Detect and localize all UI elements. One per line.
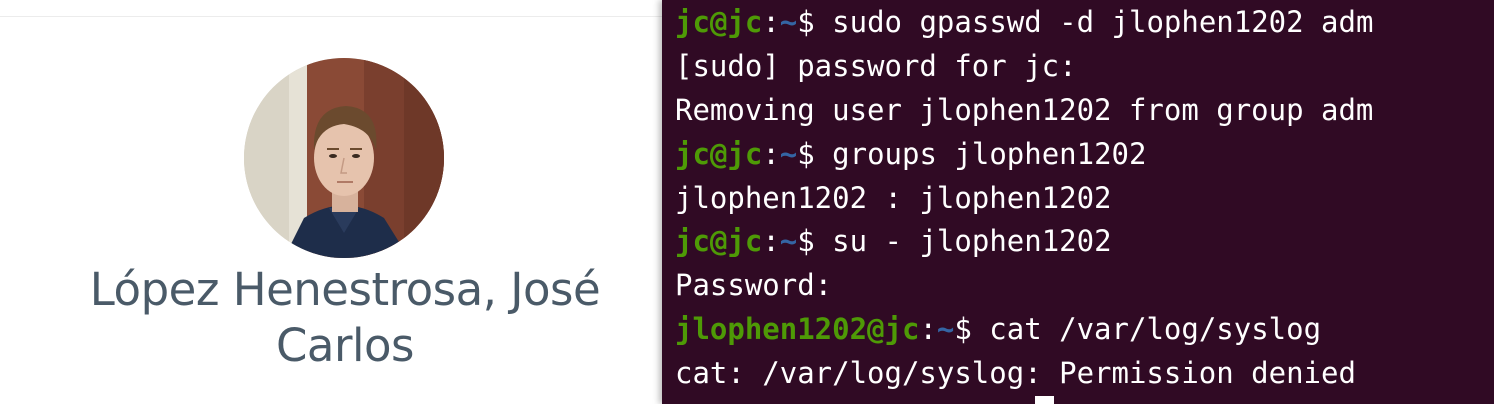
prompt-user: jc@jc xyxy=(675,136,763,171)
terminal-prompt-line: jlophen1202@jc:~$ cat /var/log/syslog xyxy=(675,307,1373,351)
prompt-user: jlophen1202@jc xyxy=(675,312,920,347)
profile-name-line2: Carlos xyxy=(276,319,414,372)
prompt-path: ~ xyxy=(779,5,798,39)
prompt-command: groups jlophen1202 xyxy=(814,136,1147,171)
terminal-output-line: jlophen1202 : jlophen1202 xyxy=(675,180,1112,215)
prompt-dollar: $ xyxy=(797,224,815,259)
prompt-dollar: $ xyxy=(797,136,815,171)
prompt-user: jc@jc xyxy=(675,224,763,259)
profile-card: López Henestrosa, José Carlos xyxy=(0,0,662,404)
prompt-command: sudo gpasswd -d jlophen1202 adm xyxy=(814,5,1374,39)
prompt-colon: : xyxy=(762,136,780,171)
terminal-window[interactable]: jc@jc:~$ sudo gpasswd -d jlophen1202 adm… xyxy=(662,0,1494,404)
prompt-path: ~ xyxy=(779,136,798,171)
terminal-prompt-line: jc@jc:~$ groups jlophen1202 xyxy=(675,132,1373,176)
profile-name: López Henestrosa, José Carlos xyxy=(0,262,690,374)
terminal-output-line: cat: /var/log/syslog: Permission denied xyxy=(675,356,1356,391)
prompt-dollar: $ xyxy=(797,5,815,39)
prompt-dollar: $ xyxy=(954,312,972,347)
terminal-output: jc@jc:~$ sudo gpasswd -d jlophen1202 adm… xyxy=(675,0,1373,395)
profile-name-line1: López Henestrosa, José xyxy=(89,263,601,316)
terminal-output-line: [sudo] password for jc: xyxy=(675,48,1077,83)
prompt-command: cat /var/log/syslog xyxy=(971,312,1322,347)
terminal-output-line: Removing user jlophen1202 from group adm xyxy=(675,92,1374,127)
prompt-colon: : xyxy=(762,224,780,259)
prompt-colon: : xyxy=(762,5,780,39)
prompt-path: ~ xyxy=(936,312,955,347)
divider xyxy=(0,16,662,17)
prompt-command: su - jlophen1202 xyxy=(814,224,1112,259)
terminal-prompt-line: jc@jc:~$ sudo gpasswd -d jlophen1202 adm xyxy=(675,0,1373,44)
prompt-user: jc@jc xyxy=(675,5,763,39)
prompt-colon: : xyxy=(919,312,937,347)
avatar xyxy=(244,58,444,258)
prompt-path: ~ xyxy=(779,224,798,259)
terminal-output-line: Password: xyxy=(675,268,833,303)
terminal-prompt-line: jc@jc:~$ su - jlophen1202 xyxy=(675,219,1373,263)
screenshot-root: López Henestrosa, José Carlos jc@jc:~$ s… xyxy=(0,0,1494,404)
terminal-cursor xyxy=(1035,396,1054,404)
profile-photo-icon xyxy=(244,58,444,258)
